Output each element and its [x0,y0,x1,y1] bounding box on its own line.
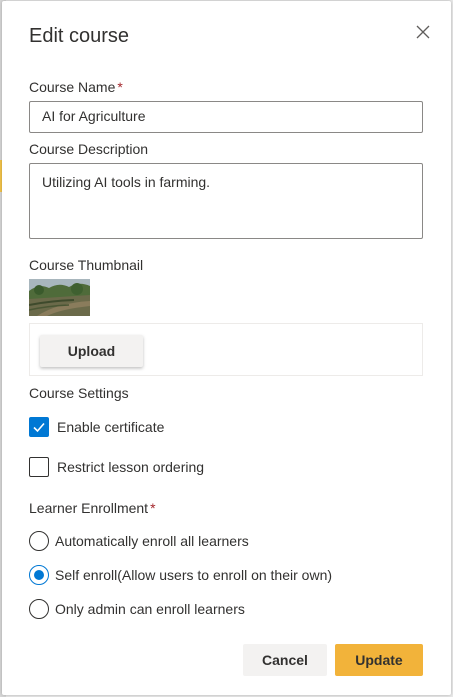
auto-enroll-label[interactable]: Automatically enroll all learners [55,533,249,549]
restrict-lesson-ordering-checkbox[interactable] [29,457,49,477]
course-name-input[interactable]: AI for Agriculture [29,101,423,133]
course-thumbnail-image [29,279,90,316]
course-thumbnail-label: Course Thumbnail [29,257,144,273]
required-marker: * [117,79,123,95]
course-name-label-text: Course Name [29,79,116,95]
upload-button[interactable]: Upload [40,335,143,367]
checkmark-icon [33,422,45,433]
learner-enrollment-label: Learner Enrollment * [29,500,156,516]
close-button[interactable] [411,20,435,44]
admin-enroll-label[interactable]: Only admin can enroll learners [55,601,245,617]
radio-self-enroll[interactable] [29,565,49,585]
cancel-button[interactable]: Cancel [243,644,327,676]
self-enroll-label[interactable]: Self enroll(Allow users to enroll on the… [55,567,332,583]
radio-admin-enroll[interactable] [29,599,49,619]
radio-selected-dot [34,570,44,580]
edit-course-dialog: Edit course Course Name * AI for Agricult… [2,1,451,695]
restrict-lesson-ordering-label[interactable]: Restrict lesson ordering [57,459,204,475]
course-name-label: Course Name * [29,79,123,95]
enable-certificate-checkbox[interactable] [29,417,49,437]
radio-auto-enroll[interactable] [29,531,49,551]
course-settings-label: Course Settings [29,385,129,401]
dialog-title: Edit course [29,25,130,47]
course-description-label: Course Description [29,141,149,157]
enable-certificate-label[interactable]: Enable certificate [57,419,164,435]
close-icon [416,25,430,39]
learner-enrollment-label-text: Learner Enrollment [29,500,149,516]
required-marker: * [150,500,156,516]
update-button[interactable]: Update [335,644,423,676]
course-description-textarea[interactable]: Utilizing AI tools in farming. [29,163,423,239]
